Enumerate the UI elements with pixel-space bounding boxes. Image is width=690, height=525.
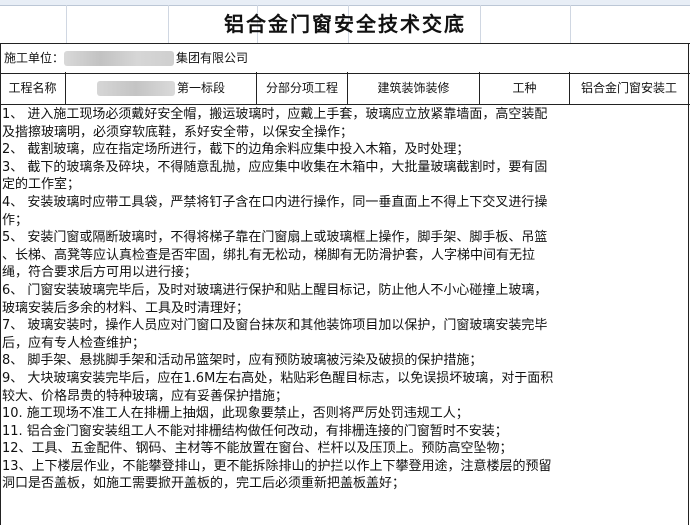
instruction-line: 7、 玻璃安装时，操作人员应对门窗口及窗台抹灰和其他装饰项目加以保护，门窗玻璃安… [2, 318, 548, 334]
table-border-left [0, 43, 1, 525]
instruction-line: 、长梯、高凳等应认真检查是否牢固，绑扎有无松动，梯脚有无防滑护套，人字梯中间有无… [2, 247, 536, 263]
instruction-line: 8、 脚手架、悬挑脚手架和活动吊篮架时，应有预防玻璃被污染及破损的保护措施； [2, 353, 483, 369]
instruction-line: 较大、价格昂贵的特种玻璃，应有妥善保护措施； [2, 388, 289, 404]
trade-label[interactable]: 工种 [480, 72, 570, 104]
instruction-line: 12、工具、五金配件、钢码、主材等不能放置在窗台、栏杆以及压顶上。预防高空坠物； [2, 441, 513, 457]
redacted-company-name [64, 51, 174, 66]
instruction-line: 11. 铝合金门窗安装组工人不能对排栅结构做任何改动，有排栅连接的门窗暂时不安装… [2, 423, 508, 439]
construction-unit-row[interactable]: 施工单位： 集团有限公司 [0, 43, 690, 74]
instruction-line: 玻璃安装后多余的材料、工具及时清理好； [2, 300, 250, 316]
subitem-value[interactable]: 建筑装饰装修 [348, 72, 480, 104]
instruction-line: 1、 进入施工现场必须戴好安全帽，搬运玻璃时，应戴上手套，玻璃应立放紧靠墙面，高… [2, 107, 548, 122]
construction-unit-label: 施工单位： [4, 51, 65, 65]
redacted-project-name [96, 81, 175, 96]
column-letter[interactable]: C [200, 0, 206, 3]
instruction-line: 10. 施工现场不准工人在排栅上抽烟，此现象要禁止，否则将严厉处罚违规工人； [2, 406, 469, 422]
instruction-line: 9、 大块玻璃安装完毕后，应在1.6M左右高处，粘贴彩色醒目标志，以免误损坏玻璃… [2, 370, 554, 386]
column-letter[interactable]: G [625, 0, 632, 3]
instruction-line: 3、 截下的玻璃条及碎块，不得随意乱抛，应应集中收集在木箱中，大批量玻璃截割时，… [2, 159, 548, 175]
column-letter[interactable]: E [410, 0, 416, 3]
project-info-row: 工程名称 第一标段 分部分项工程 建筑装饰装修 工种 铝合金门窗安装工 [0, 72, 690, 105]
project-section: 第一标段 [176, 81, 225, 95]
instruction-line: 作； [2, 212, 29, 228]
instruction-line: 洞口是否盖板，如施工需要掀开盖板的，完工后必须重新把盖板盖好； [2, 476, 406, 492]
safety-instructions[interactable]: 1、 进入施工现场必须戴好安全帽，搬运玻璃时，应戴上手套，玻璃应立放紧靠墙面，高… [2, 106, 688, 493]
instruction-line: 13、上下楼层作业，不能攀登排山，更不能拆除排山的护拦以作上下攀登用途，注意楼层… [2, 458, 552, 474]
instruction-line: 4、 安装玻璃时应带工具袋，严禁将钉子含在口内进行操作，同一垂直面上不得上下交叉… [2, 194, 548, 210]
table-border-right [688, 43, 689, 525]
instruction-line: 后，应有专人检查维护； [2, 335, 146, 351]
project-name-label[interactable]: 工程名称 [0, 72, 66, 104]
project-name-value[interactable]: 第一标段 [66, 72, 257, 104]
trade-value[interactable]: 铝合金门窗安装工 [570, 72, 688, 104]
instruction-line: 6、 门窗安装玻璃完毕后，及时对玻璃进行保护和贴上醒目标记，防止他人不小心碰撞上… [2, 282, 548, 298]
subitem-label[interactable]: 分部分项工程 [257, 72, 348, 104]
instruction-line: 及揩擦玻璃明，必须穿软底鞋，系好安全带，以保安全操作； [2, 124, 354, 140]
column-letter[interactable]: A [30, 0, 36, 3]
instruction-line: 定的工作室； [2, 177, 81, 193]
column-letter[interactable]: D [295, 0, 302, 3]
instruction-line: 绳，符合要求后方可用以进行接； [2, 265, 198, 281]
construction-unit-name: 集团有限公司 [176, 51, 249, 65]
document-title[interactable]: 铝合金门窗安全技术交底 [0, 5, 690, 43]
instruction-line: 2、 截割玻璃，应在指定场所进行，截下的边角余料应集中投入木箱，及时处理； [2, 142, 470, 158]
column-letter[interactable]: B [100, 0, 106, 3]
instruction-line: 5、 安装门窗或隔断玻璃时，不得将梯子靠在门窗扇上或玻璃框上操作，脚手架、脚手板… [2, 230, 548, 246]
column-letter[interactable]: F [530, 0, 535, 3]
